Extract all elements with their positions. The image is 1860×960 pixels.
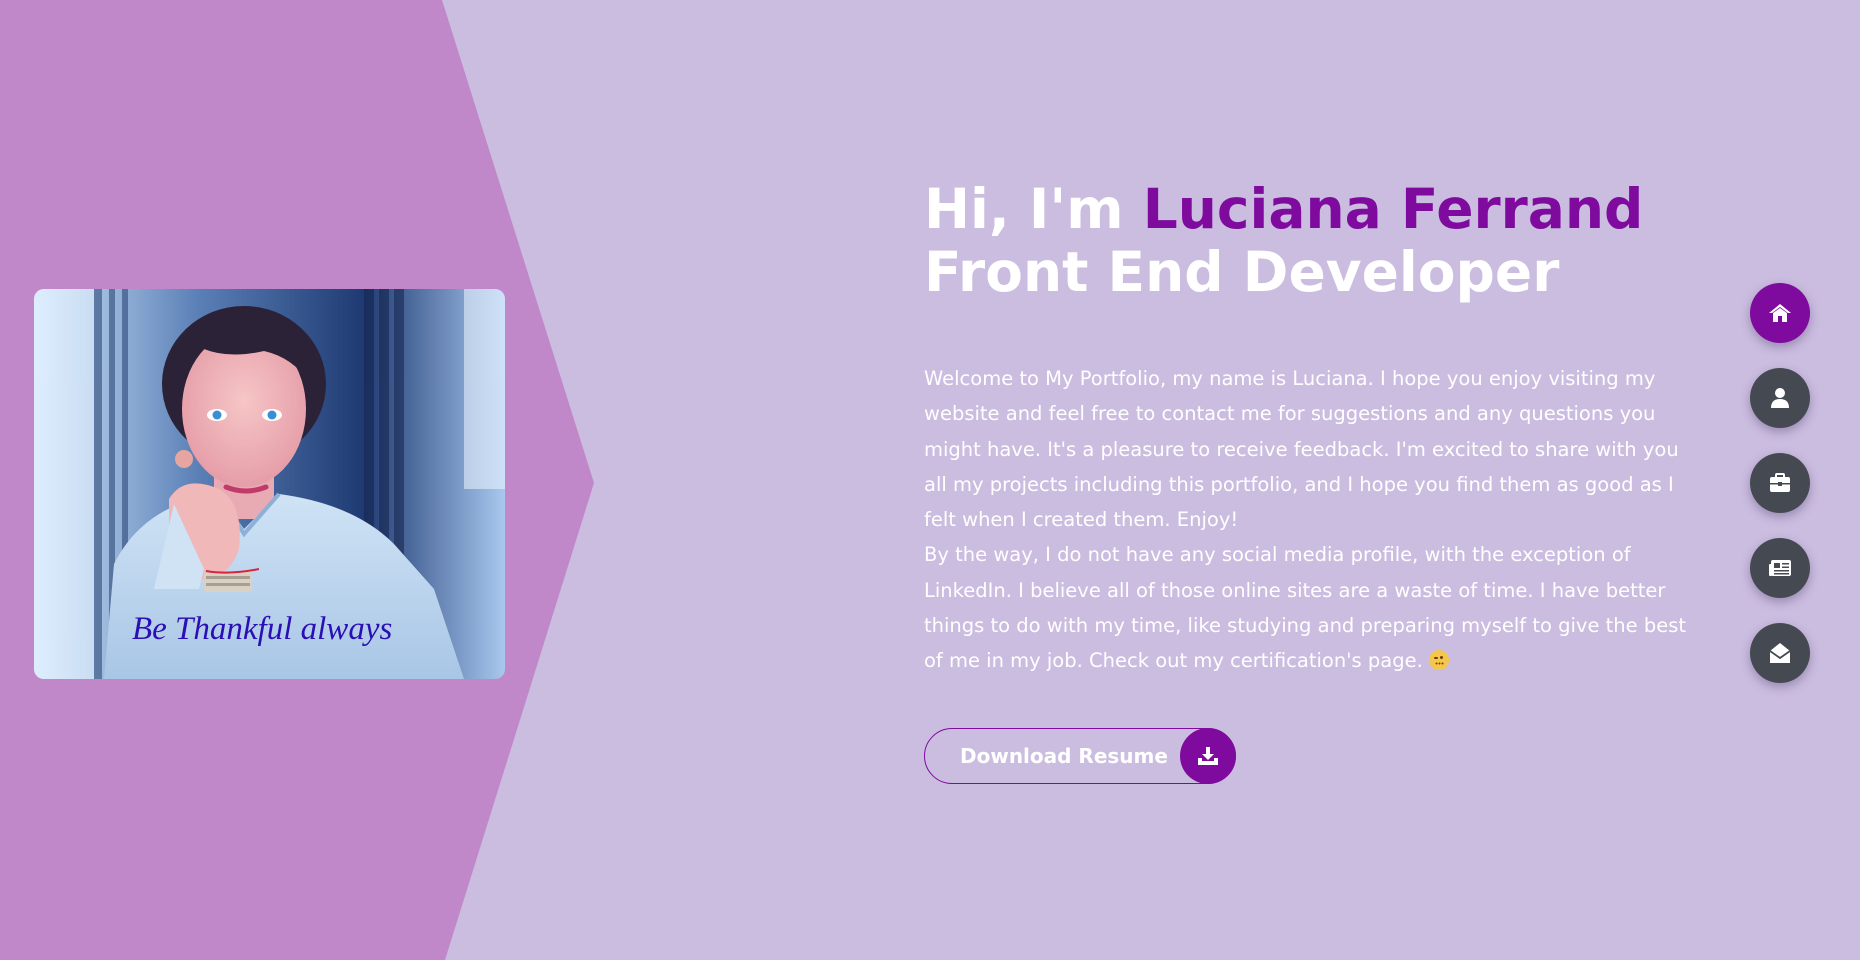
intro-paragraph-2-text: By the way, I do not have any social med… [924,543,1687,673]
download-icon [1180,728,1236,784]
user-icon [1771,388,1789,408]
hero-role: Front End Developer [924,240,1560,304]
nav-blog-button[interactable] [1750,538,1810,598]
download-resume-button[interactable]: Download Resume [924,728,1236,784]
intro-paragraph-1: Welcome to My Portfolio, my name is Luci… [924,367,1679,532]
profile-photo: Be Thankful always [34,289,505,679]
newspaper-icon [1769,560,1791,576]
photo-caption: Be Thankful always [132,611,392,647]
hero-heading: Hi, I'm Luciana Ferrand Front End Develo… [924,178,1694,304]
home-icon [1769,304,1791,322]
briefcase-icon [1770,473,1790,492]
intro-text: Welcome to My Portfolio, my name is Luci… [924,361,1694,679]
nav-home-button[interactable] [1750,283,1810,343]
greeting-text: Hi, I'm [924,177,1143,241]
nav-contact-button[interactable] [1750,623,1810,683]
envelope-open-icon [1769,643,1791,663]
hero-name: Luciana Ferrand [1142,177,1644,241]
nav-about-button[interactable] [1750,368,1810,428]
download-resume-label: Download Resume [960,744,1168,768]
winking-face-icon [1429,650,1449,671]
hero-section: Hi, I'm Luciana Ferrand Front End Develo… [924,178,1694,679]
nav-portfolio-button[interactable] [1750,453,1810,513]
intro-paragraph-2: By the way, I do not have any social med… [924,537,1694,678]
